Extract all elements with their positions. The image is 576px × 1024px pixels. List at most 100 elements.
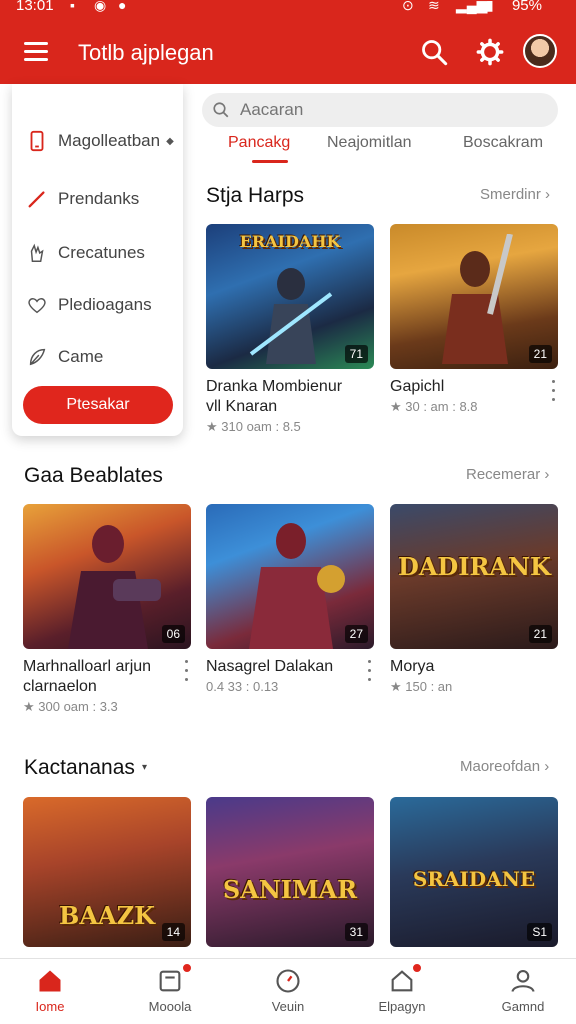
section-more-link[interactable]: Smerdinr › [480,186,550,203]
more-label: Recemerar [466,466,541,483]
nav-label: Mooola [148,999,192,1014]
badge: S1 [527,923,552,941]
phone-icon [30,130,44,152]
section-more-link[interactable]: Recemerar › [466,466,549,483]
game-meta: ★ 150 : an [390,679,453,694]
chevron-right-icon: › [544,466,550,483]
nav-label: Veuin [271,999,305,1014]
nav-item-inbox[interactable]: Mooola [120,967,220,1014]
game-card[interactable]: ERAIDAHK 71 Dranka Mombienur vll Knaran … [206,224,374,435]
game-logo: SRAIDANE [412,867,536,891]
drawer-item-2[interactable]: Crecatunes [26,238,176,268]
search-input[interactable] [240,93,540,127]
game-meta: ★ 300 oam : 3.3 [23,699,118,714]
chevron-down-icon: ◆ [166,135,174,147]
tab-2[interactable]: Boscakram [463,134,543,152]
game-thumbnail: BAAZK 14 [23,797,191,947]
badge: 14 [161,923,185,941]
nav-label: Gamnd [501,999,545,1014]
drawer-item-4[interactable]: Came [26,342,176,372]
game-card[interactable]: 27 Nasagrel Dalakan 0.4 33 : 0.13 [206,504,374,694]
game-name: Dranka Mombienur vll Knaran [206,378,343,415]
search-icon [213,102,229,118]
drawer-item-1[interactable]: Prendanks [26,184,176,214]
section-title: Kactananas [24,756,135,779]
drawer-item-3[interactable]: Pledioagans [26,290,176,320]
section-more-link[interactable]: Maoreofdan › [460,758,549,775]
game-thumbnail: 21 [390,224,558,369]
game-logo: BAAZK [59,901,155,930]
game-thumbnail: DADIRANK 21 [390,504,558,649]
drawer-cta-button[interactable]: Ptesakar [23,386,173,424]
game-card[interactable]: 06 Marhnalloarl arjun clarnaelon ★ 300 o… [23,504,191,715]
badge: 06 [161,625,185,643]
circle-status-icon: ● [118,0,127,13]
game-logo: DADIRANK [398,552,551,581]
tab-0[interactable]: Pancakg [228,134,290,152]
nav-label: Elpagyn [378,999,426,1014]
game-meta: ★ 30 : am : 8.8 [390,399,478,414]
more-vert-icon[interactable] [185,660,189,687]
nav-label: Iome [35,999,65,1014]
drawer-item-0[interactable]: Magolleatban ◆ [26,126,176,156]
game-card[interactable]: BAAZK 14 [23,797,191,947]
bottom-nav: Iome Mooola Veuin Elpagyn Gamnd [0,958,576,1024]
warrior-figure [442,234,513,364]
notification-badge [412,963,422,973]
warrior-figure [249,523,345,649]
chevron-right-icon: › [544,758,550,775]
badge: 21 [528,345,552,363]
more-label: Maoreofdan [460,758,541,775]
alarm-icon: ⊙ [402,0,414,13]
warrior-figure [68,525,161,649]
search-bar [202,93,558,127]
status-time: 13:01 [16,0,54,14]
notification-icon: ▪ [70,0,75,13]
wifi-icon: ≋ [428,0,440,13]
more-vert-icon[interactable] [368,660,372,687]
drawer-item-label: Magolleatban [58,131,161,150]
game-name: Marhnalloarl arjun clarnaelon [23,658,152,695]
game-name: Nasagrel Dalakan [206,658,334,675]
game-thumbnail: ERAIDAHK 71 [206,224,374,369]
nav-item-explore[interactable]: Veuin [238,967,338,1014]
drawer-item-label: Prendanks [58,189,140,208]
section-title: Stja Harps [206,184,305,207]
game-card[interactable]: SANIMAR 31 [206,797,374,947]
game-card[interactable]: DADIRANK 21 Morya ★ 150 : an [390,504,558,695]
game-thumbnail: 27 [206,504,374,649]
more-vert-icon[interactable] [552,380,556,407]
game-card[interactable]: 21 Gapichl ★ 30 : am : 8.8 [390,224,558,415]
chevron-down-icon[interactable]: ▾ [142,762,147,773]
battery-icon: ▮ [486,0,494,13]
game-meta: ★ 310 oam : 8.5 [206,419,301,434]
game-thumbnail: SANIMAR 31 [206,797,374,947]
nav-item-home[interactable]: Iome [0,967,100,1014]
game-logo: ERAIDAHK [239,232,341,251]
notification-badge [182,963,192,973]
gear-icon[interactable] [476,38,504,66]
game-thumbnail: SRAIDANE S1 [390,797,558,947]
badge: 21 [528,625,552,643]
game-logo: SANIMAR [222,875,358,904]
compass-icon [276,969,300,993]
person-icon [511,970,535,992]
nav-item-profile[interactable]: Gamnd [473,967,573,1014]
tab-1[interactable]: Neajomitlan [327,134,411,152]
badge: 71 [344,345,368,363]
nav-item-library[interactable]: Elpagyn [352,967,452,1014]
menu-icon[interactable] [24,42,48,61]
game-card[interactable]: SRAIDANE S1 [390,797,558,947]
hand-icon [30,243,44,262]
drawer-item-label: Came [58,347,104,366]
search-icon[interactable] [420,38,448,66]
warrior-figure [249,268,333,364]
avatar[interactable] [523,34,557,68]
more-label: Smerdinr [480,186,541,203]
cta-label: Ptesakar [66,396,130,413]
heart-icon [28,298,46,314]
tab-indicator [252,160,288,163]
settings-status-icon: ◉ [94,0,107,13]
app-title: Totlb ajplegan [78,40,214,65]
house-icon [391,970,413,992]
